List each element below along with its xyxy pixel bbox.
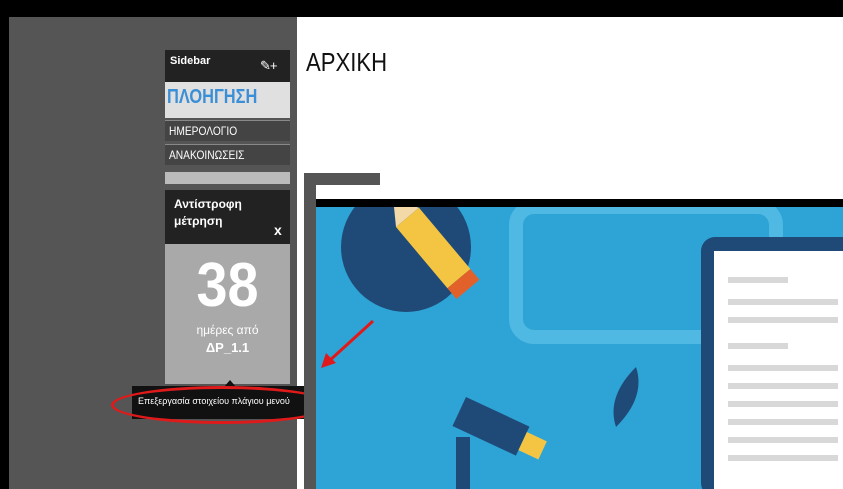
sidebar-item-announcements[interactable]: ΑΝΑΚΟΙΝΩΣΕΙΣ: [165, 144, 290, 165]
sidebar-nav-title[interactable]: ΠΛΟΗΓΗΣΗ: [167, 86, 257, 109]
banner-image: [316, 199, 843, 489]
sidebar-item-calendar[interactable]: ΗΜΕΡΟΛΟΓΙΟ: [165, 120, 290, 141]
sidebar-item-label: ΗΜΕΡΟΛΟΓΙΟ: [169, 124, 238, 138]
red-arrow-icon: [321, 319, 375, 368]
sidebar-divider: [165, 172, 290, 184]
edit-pencil-icon[interactable]: ✎+: [260, 58, 278, 74]
sidebar-item-label: ΑΝΑΚΟΙΝΩΣΕΙΣ: [169, 148, 245, 162]
highlight-ellipse: [111, 386, 333, 424]
countdown-title: Αντίστροφη μέτρηση: [174, 197, 242, 228]
countdown-event-name: ΔΡ_1.1: [205, 340, 250, 355]
banner-illustration: [316, 207, 843, 489]
app-window: ΑΡΧΙΚΗ Sidebar ✎+ ΠΛΟΗΓΗΣΗ ΗΜΕΡΟΛΟΓΙΟ ΑΝ…: [0, 0, 843, 489]
close-icon[interactable]: x: [274, 222, 282, 238]
sidebar-title: Sidebar: [170, 55, 211, 67]
countdown-number: 38: [196, 251, 259, 320]
countdown-days-text: ημέρες από: [196, 323, 259, 337]
window-left-border: [0, 0, 9, 489]
page-title: ΑΡΧΙΚΗ: [306, 47, 388, 77]
image-frame-left: [304, 173, 316, 489]
window-top-border: [0, 0, 843, 17]
